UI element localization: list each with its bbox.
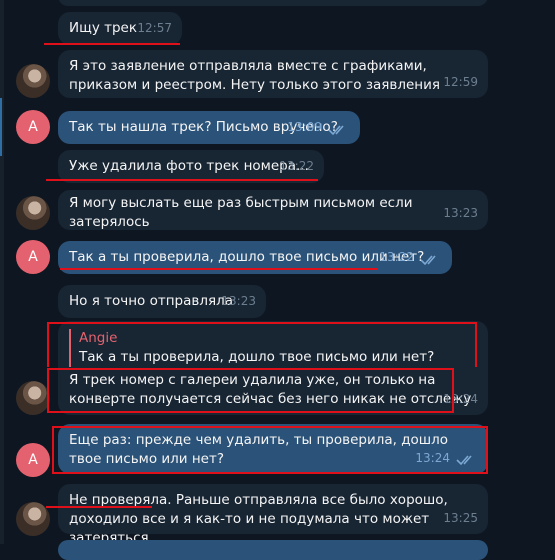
message-time: 13:23 (221, 294, 256, 308)
user-avatar[interactable]: A (16, 110, 50, 144)
message-text: Я могу выслать еще раз быстрым письмом е… (69, 195, 413, 230)
message-time: 13:23 (443, 206, 478, 220)
message-bubble[interactable]: Я могу выслать еще раз быстрым письмом е… (58, 190, 488, 230)
message-bubble-partial[interactable] (58, 0, 488, 6)
user-avatar[interactable]: A (16, 443, 50, 477)
double-check-icon (328, 125, 344, 136)
message-bubble[interactable]: Я это заявление отправляла вместе с граф… (58, 50, 488, 98)
highlight-underline (46, 506, 152, 508)
message-text: Так а ты проверила, дошло твое письмо ил… (69, 249, 425, 265)
message-text: Уже удалила фото трек номера... (69, 158, 309, 174)
message-time: 12:59 (443, 75, 478, 89)
highlight-box (52, 426, 488, 474)
highlight-underline (44, 43, 180, 45)
message-bubble[interactable]: Но я точно отправляла 13:23 (58, 285, 266, 318)
message-text: Но я точно отправляла (69, 293, 233, 309)
contact-avatar[interactable] (16, 64, 50, 98)
message-bubble[interactable]: Ищу трек 12:57 (58, 12, 182, 45)
message-text: Ищу трек (69, 20, 137, 36)
contact-avatar[interactable] (16, 196, 50, 230)
chat-list-edge (0, 0, 4, 544)
message-bubble[interactable]: Так ты нашла трек? Письмо вручено? 13:09 (58, 111, 360, 144)
message-bubble[interactable]: Не проверяла. Раньше отправляла все было… (58, 484, 488, 546)
double-check-icon (420, 255, 436, 266)
user-avatar[interactable]: A (16, 240, 50, 274)
highlight-box (47, 368, 454, 413)
highlight-underline (46, 179, 318, 181)
message-text: Я это заявление отправляла вместе с граф… (69, 58, 441, 93)
message-text: Не проверяла. Раньше отправляла все было… (69, 492, 448, 546)
unread-marker (0, 98, 2, 156)
message-time: 13:22 (279, 159, 314, 173)
message-time: 12:57 (137, 21, 172, 35)
message-time: 13:25 (443, 511, 478, 525)
contact-avatar[interactable] (16, 502, 50, 536)
highlight-box (47, 322, 477, 367)
highlight-underline (60, 268, 378, 270)
message-time: 13:09 (287, 120, 322, 134)
message-bubble-partial[interactable] (58, 540, 488, 560)
message-time: 13:22 (379, 250, 414, 264)
contact-avatar[interactable] (16, 381, 50, 415)
